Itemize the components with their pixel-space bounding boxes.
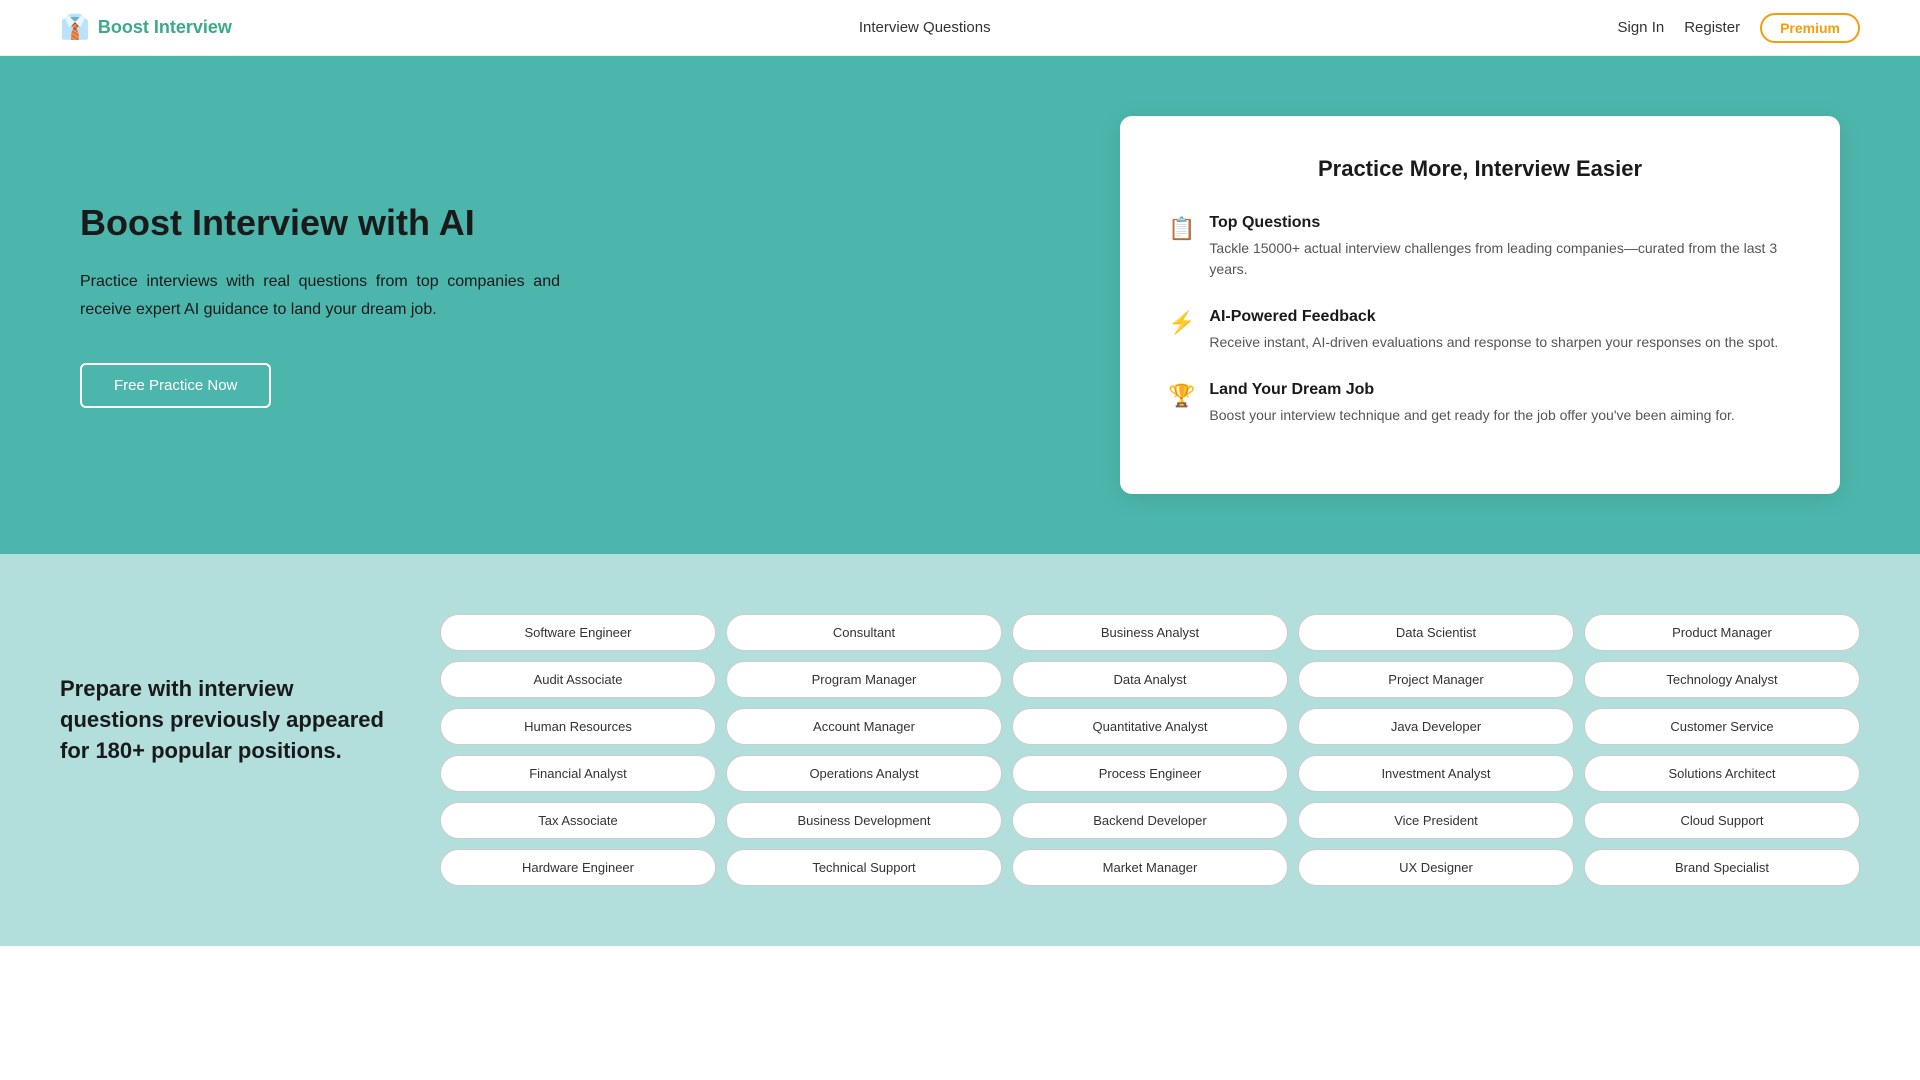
- position-button[interactable]: Quantitative Analyst: [1012, 708, 1288, 745]
- feature-ai-feedback-content: AI-Powered Feedback Receive instant, AI-…: [1209, 308, 1778, 353]
- position-button[interactable]: Human Resources: [440, 708, 716, 745]
- hero-subtitle: Practice interviews with real questions …: [80, 268, 560, 322]
- logo[interactable]: 👔 Boost Interview: [60, 13, 232, 42]
- position-button[interactable]: Technical Support: [726, 849, 1002, 886]
- position-button[interactable]: Data Analyst: [1012, 661, 1288, 698]
- positions-left: Prepare with interview questions previou…: [60, 614, 400, 766]
- position-button[interactable]: Brand Specialist: [1584, 849, 1860, 886]
- positions-section: Prepare with interview questions previou…: [0, 554, 1920, 946]
- feature-ai-feedback-title: AI-Powered Feedback: [1209, 308, 1778, 326]
- position-button[interactable]: Tax Associate: [440, 802, 716, 839]
- position-button[interactable]: Product Manager: [1584, 614, 1860, 651]
- position-button[interactable]: Hardware Engineer: [440, 849, 716, 886]
- feature-top-questions: 📋 Top Questions Tackle 15000+ actual int…: [1168, 214, 1792, 280]
- feature-ai-feedback-desc: Receive instant, AI-driven evaluations a…: [1209, 332, 1778, 353]
- position-button[interactable]: Operations Analyst: [726, 755, 1002, 792]
- feature-top-questions-desc: Tackle 15000+ actual interview challenge…: [1209, 238, 1792, 280]
- ai-feedback-icon: ⚡: [1168, 310, 1195, 336]
- feature-top-questions-content: Top Questions Tackle 15000+ actual inter…: [1209, 214, 1792, 280]
- position-button[interactable]: Audit Associate: [440, 661, 716, 698]
- position-button[interactable]: Market Manager: [1012, 849, 1288, 886]
- nav-right: Sign In Register Premium: [1618, 13, 1860, 43]
- position-button[interactable]: UX Designer: [1298, 849, 1574, 886]
- position-button[interactable]: Backend Developer: [1012, 802, 1288, 839]
- position-button[interactable]: Software Engineer: [440, 614, 716, 651]
- position-button[interactable]: Technology Analyst: [1584, 661, 1860, 698]
- position-button[interactable]: Program Manager: [726, 661, 1002, 698]
- position-button[interactable]: Process Engineer: [1012, 755, 1288, 792]
- logo-icon: 👔: [60, 13, 90, 42]
- hero-card: Practice More, Interview Easier 📋 Top Qu…: [1120, 116, 1840, 494]
- card-title: Practice More, Interview Easier: [1168, 156, 1792, 182]
- position-button[interactable]: Project Manager: [1298, 661, 1574, 698]
- position-button[interactable]: Consultant: [726, 614, 1002, 651]
- logo-text: Boost Interview: [98, 17, 232, 38]
- position-button[interactable]: Financial Analyst: [440, 755, 716, 792]
- signin-button[interactable]: Sign In: [1618, 19, 1665, 36]
- premium-button[interactable]: Premium: [1760, 13, 1860, 43]
- feature-top-questions-title: Top Questions: [1209, 214, 1792, 232]
- position-button[interactable]: Customer Service: [1584, 708, 1860, 745]
- free-practice-button[interactable]: Free Practice Now: [80, 363, 271, 408]
- hero-section: Boost Interview with AI Practice intervi…: [0, 56, 1920, 554]
- positions-grid: Software Engineer Consultant Business Anal…: [440, 614, 1860, 886]
- register-button[interactable]: Register: [1684, 19, 1740, 36]
- position-button[interactable]: Solutions Architect: [1584, 755, 1860, 792]
- position-button[interactable]: Account Manager: [726, 708, 1002, 745]
- position-button[interactable]: Data Scientist: [1298, 614, 1574, 651]
- nav-center: Interview Questions: [859, 19, 991, 37]
- position-button[interactable]: Java Developer: [1298, 708, 1574, 745]
- position-button[interactable]: Business Analyst: [1012, 614, 1288, 651]
- position-button[interactable]: Investment Analyst: [1298, 755, 1574, 792]
- feature-dream-job-title: Land Your Dream Job: [1209, 381, 1734, 399]
- feature-ai-feedback: ⚡ AI-Powered Feedback Receive instant, A…: [1168, 308, 1792, 353]
- navbar: 👔 Boost Interview Interview Questions Si…: [0, 0, 1920, 56]
- feature-dream-job-content: Land Your Dream Job Boost your interview…: [1209, 381, 1734, 426]
- position-button[interactable]: Business Development: [726, 802, 1002, 839]
- position-button[interactable]: Vice President: [1298, 802, 1574, 839]
- nav-interview-questions[interactable]: Interview Questions: [859, 19, 991, 36]
- hero-title: Boost Interview with AI: [80, 202, 560, 244]
- feature-dream-job: 🏆 Land Your Dream Job Boost your intervi…: [1168, 381, 1792, 426]
- hero-left: Boost Interview with AI Practice intervi…: [80, 202, 560, 407]
- position-button[interactable]: Cloud Support: [1584, 802, 1860, 839]
- top-questions-icon: 📋: [1168, 216, 1195, 242]
- positions-title: Prepare with interview questions previou…: [60, 674, 400, 766]
- dream-job-icon: 🏆: [1168, 383, 1195, 409]
- feature-dream-job-desc: Boost your interview technique and get r…: [1209, 405, 1734, 426]
